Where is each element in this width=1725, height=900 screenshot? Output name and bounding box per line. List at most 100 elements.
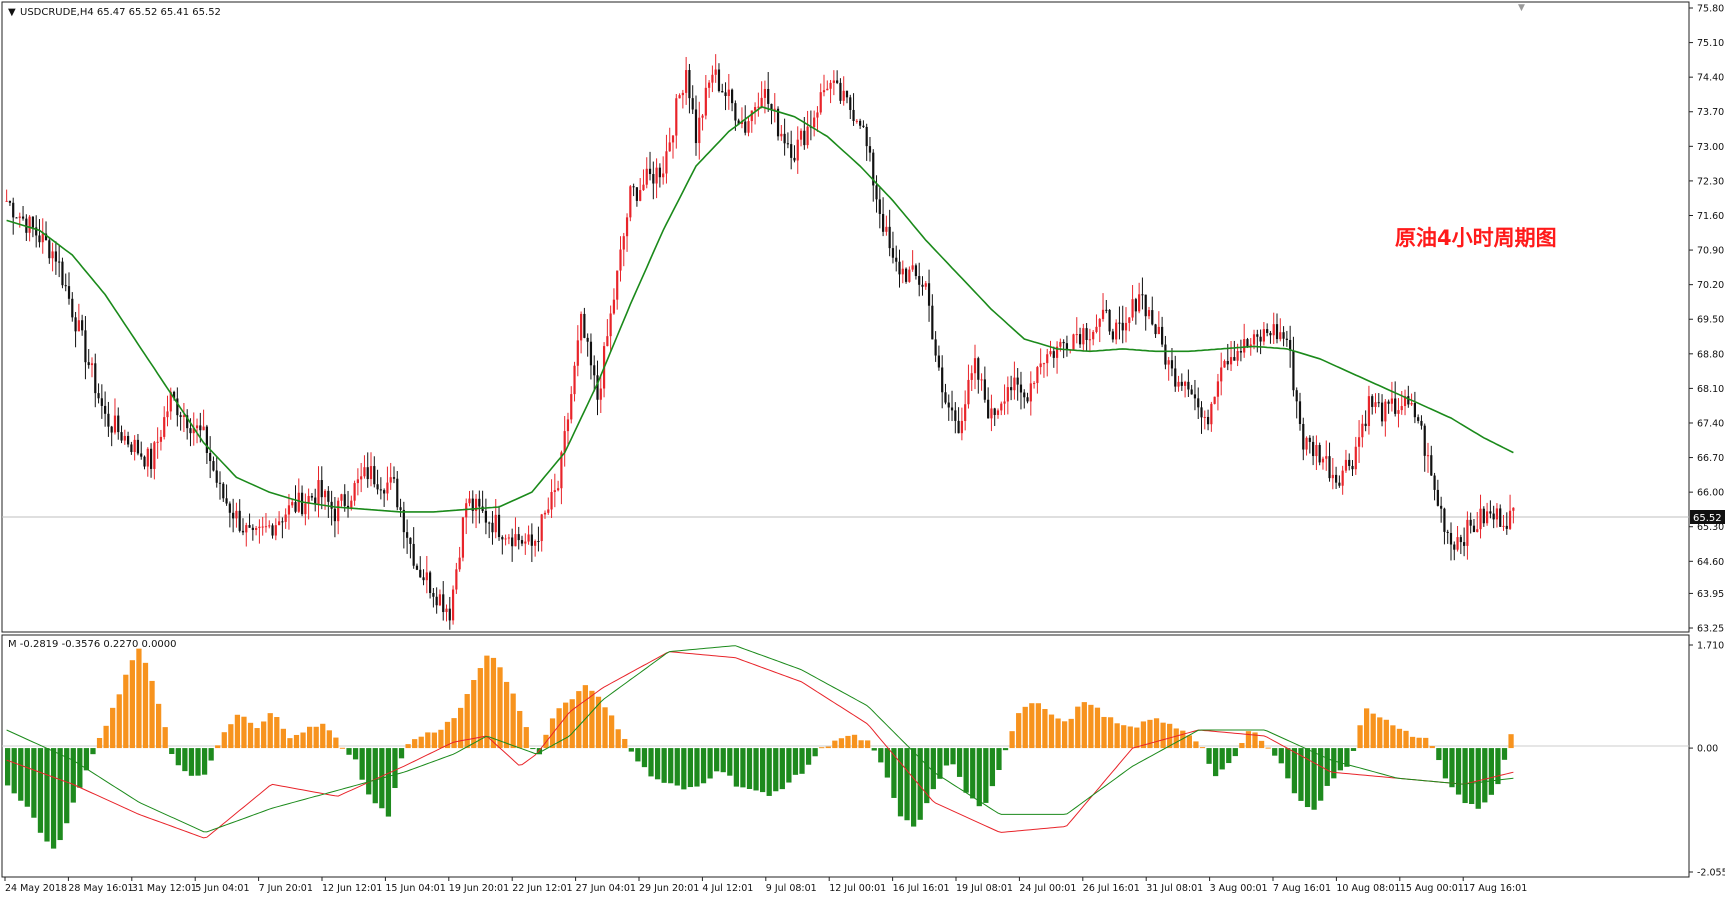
candle-bear [658, 167, 661, 178]
histogram-bar-positive [1186, 735, 1192, 749]
candle-bear [448, 608, 451, 621]
candle-bull [337, 500, 340, 522]
candle-bull [622, 236, 625, 250]
histogram-bar-positive [1239, 743, 1245, 749]
candle-bear [1259, 336, 1262, 342]
candle-bull [1229, 357, 1233, 365]
candle-bull [356, 479, 359, 484]
candle-bear [248, 525, 251, 528]
candle-bear [294, 502, 297, 512]
candle-bull [668, 142, 671, 152]
candle-bull [287, 505, 291, 515]
candle-bull [386, 482, 389, 494]
candle-bull [1138, 294, 1141, 312]
candle-bear [31, 216, 35, 228]
candle-bull [504, 538, 507, 540]
histogram-bar-negative [786, 748, 792, 783]
histogram-bar-negative [18, 748, 24, 801]
candle-bull [1341, 470, 1344, 486]
histogram-bar-positive [1429, 746, 1435, 749]
candle-bull [550, 491, 553, 510]
candle-bear [1174, 368, 1177, 387]
histogram-bar-positive [1042, 709, 1048, 749]
candle-bear [730, 89, 734, 104]
candle-bull [990, 408, 993, 419]
candle-bull [547, 509, 550, 513]
candle-bull [708, 82, 711, 88]
candle-bull [363, 467, 366, 477]
histogram-bar-positive [1396, 728, 1403, 749]
histogram-bar-negative [1331, 748, 1337, 779]
histogram-bar-negative [1337, 748, 1343, 771]
candle-bear [97, 393, 100, 399]
price-tick-label: 63.95 [1697, 589, 1724, 600]
candle-bull [1115, 322, 1118, 340]
histogram-bar-positive [490, 657, 497, 749]
histogram-bar-negative [963, 748, 969, 793]
time-tick-label: 10 Aug 08:01 [1336, 883, 1400, 894]
candle-bull [609, 313, 612, 337]
candle-bull [304, 503, 307, 515]
candle-bear [734, 103, 737, 121]
candle-bull [1315, 445, 1318, 457]
candle-bear [71, 298, 74, 318]
candle-bull [557, 488, 560, 491]
candle-bear [724, 92, 727, 97]
candle-bear [1269, 332, 1272, 336]
candle-bull [1325, 456, 1328, 459]
price-tick-label: 75.80 [1697, 4, 1724, 15]
histogram-bar-positive [1088, 704, 1094, 749]
histogram-bar-positive [1029, 703, 1035, 749]
histogram-bar-negative [812, 748, 818, 757]
histogram-bar-positive [274, 717, 280, 749]
candle-bear [1449, 532, 1453, 545]
candle-bear [530, 534, 533, 546]
histogram-bar-negative [1278, 748, 1284, 764]
histogram-bar-positive [858, 740, 864, 749]
histogram-bar-positive [819, 747, 825, 749]
histogram-bar-positive [510, 693, 516, 749]
candle-bull [514, 534, 517, 547]
histogram-bar-positive [261, 721, 267, 749]
candle-bear [1193, 394, 1197, 399]
candle-bear [1433, 475, 1436, 490]
candle-bull [277, 521, 281, 526]
candle-bull [799, 130, 803, 140]
time-tick-label: 19 Jun 20:01 [449, 883, 509, 894]
histogram-bar-positive [1068, 718, 1074, 749]
price-chart[interactable]: ▼ USDCRUDE,H4 65.47 65.52 65.41 65.52 M … [0, 0, 1725, 900]
candle-bull [885, 226, 888, 232]
scroll-marker-icon[interactable]: ▼ [1518, 3, 1525, 13]
candle-bear [937, 355, 941, 368]
candle-bull [235, 510, 238, 519]
candle-bear [1187, 381, 1190, 390]
candle-bull [1006, 387, 1009, 402]
candle-bear [1295, 390, 1298, 402]
candle-bear [442, 594, 445, 613]
dropdown-arrow-icon[interactable]: ▼ [8, 7, 16, 18]
histogram-bar-positive [517, 710, 523, 749]
candle-bull [1032, 383, 1036, 385]
candle-bear [1489, 511, 1492, 514]
candle-bull [612, 299, 616, 314]
histogram-bar-positive [156, 703, 162, 749]
candle-bull [18, 216, 21, 218]
candle-bull [1272, 324, 1275, 336]
histogram-bar-negative [714, 748, 720, 772]
histogram-bar-negative [372, 748, 378, 804]
histogram-bar-negative [641, 748, 648, 768]
candle-bull [1331, 474, 1334, 479]
candle-bull [195, 425, 199, 429]
histogram-bar-negative [169, 748, 175, 755]
histogram-bar-negative [792, 748, 799, 775]
histogram-bar-positive [1423, 737, 1429, 749]
candle-bear [281, 521, 284, 523]
candle-bear [1298, 401, 1302, 424]
candle-bear [1052, 351, 1055, 358]
candle-bull [1072, 334, 1075, 350]
histogram-bar-negative [346, 748, 352, 755]
histogram-bar-positive [103, 725, 109, 749]
candle-bull [822, 90, 826, 93]
histogram-bar-positive [287, 738, 293, 749]
histogram-bar-negative [805, 748, 812, 765]
